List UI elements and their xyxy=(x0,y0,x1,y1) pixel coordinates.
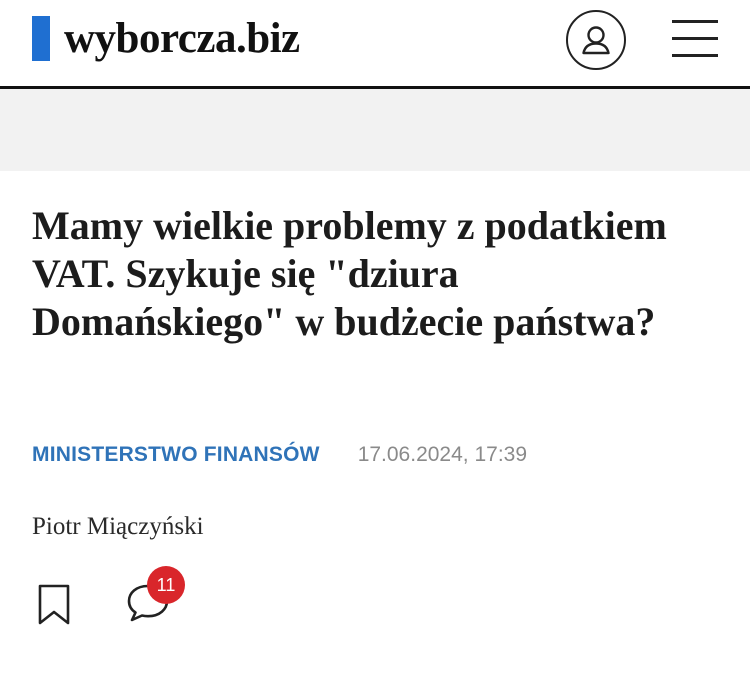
logo-text: wyborcza.biz xyxy=(64,14,300,62)
ad-placeholder xyxy=(0,89,750,171)
category-link[interactable]: MINISTERSTWO FINANSÓW xyxy=(32,443,320,467)
article-headline: Mamy wielkie problemy z podatkiem VAT. S… xyxy=(32,203,667,344)
bookmark-icon xyxy=(38,584,70,625)
comments-count-badge: 11 xyxy=(147,566,185,604)
account-button[interactable] xyxy=(566,10,626,70)
site-header: wyborcza.biz xyxy=(0,0,750,86)
logo-mark xyxy=(32,15,50,61)
publish-date: 17.06.2024, 17:39 xyxy=(357,443,528,466)
author-name[interactable]: Piotr Miączyński xyxy=(32,513,204,541)
user-icon xyxy=(582,26,610,55)
comments-button[interactable]: 11 xyxy=(125,566,191,626)
hamburger-menu-button[interactable] xyxy=(670,18,722,58)
site-logo[interactable]: wyborcza.biz xyxy=(32,14,300,62)
article-meta: MINISTERSTWO FINANSÓW 17.06.2024, 17:39 xyxy=(32,440,527,470)
bookmark-button[interactable] xyxy=(36,583,72,627)
